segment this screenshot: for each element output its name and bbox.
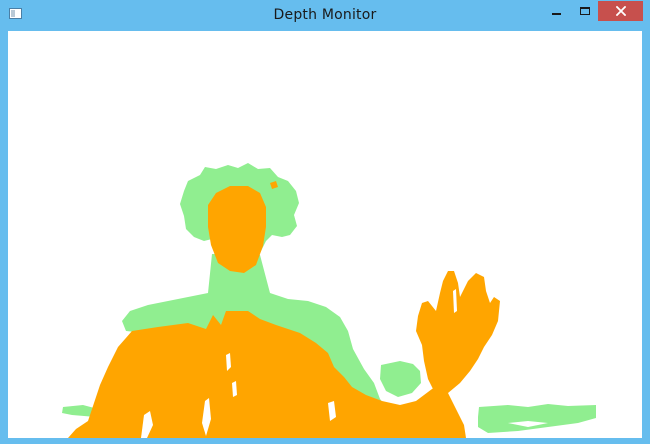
minimize-icon [552, 13, 561, 15]
wrist-far [380, 361, 421, 397]
app-window: Depth Monitor [0, 0, 650, 444]
depth-view [8, 31, 642, 438]
title-bar[interactable]: Depth Monitor [0, 0, 650, 30]
depth-image [62, 163, 596, 438]
right-desk-far [478, 404, 596, 433]
hand-near [416, 271, 500, 393]
close-icon [615, 6, 626, 16]
maximize-button[interactable] [571, 1, 598, 21]
close-button[interactable] [598, 1, 643, 21]
minimize-button[interactable] [543, 1, 570, 21]
maximize-icon [579, 7, 590, 15]
